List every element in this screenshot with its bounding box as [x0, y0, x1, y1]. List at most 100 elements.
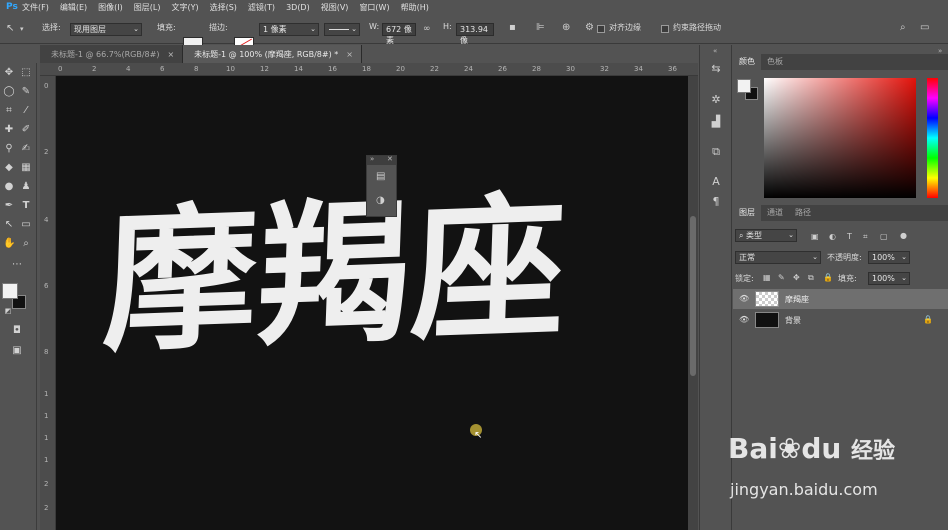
align-edges-checkbox[interactable]: [597, 25, 605, 33]
eyedropper-tool-icon[interactable]: ⁄: [20, 105, 32, 117]
tool-preset-chevron-icon[interactable]: ▾: [20, 24, 24, 34]
filter-shape-icon[interactable]: ⌗: [863, 232, 868, 242]
history-icon[interactable]: ⇆: [709, 62, 723, 76]
menu-select[interactable]: 选择(S): [210, 2, 237, 13]
scroll-thumb[interactable]: [690, 216, 696, 376]
adjustments-icon[interactable]: ◑: [376, 196, 385, 206]
lock-artboard-icon[interactable]: ⧉: [808, 273, 814, 283]
tab-layers[interactable]: 图层: [733, 205, 761, 221]
filter-adjustment-icon[interactable]: ◐: [829, 232, 836, 242]
brush-settings-icon[interactable]: ✲: [709, 93, 723, 107]
more-tools-icon[interactable]: ⋯: [11, 259, 23, 271]
filter-toggle-icon[interactable]: ●: [900, 231, 907, 241]
lock-all-icon[interactable]: 🔒: [823, 273, 833, 283]
tab-paths[interactable]: 路径: [789, 205, 817, 221]
menu-edit[interactable]: 编辑(E): [60, 2, 87, 13]
properties-icon[interactable]: ▤: [376, 172, 385, 182]
lock-position-icon[interactable]: ✥: [793, 273, 800, 283]
color-fg-swatch[interactable]: [737, 79, 751, 93]
screen-mode-icon[interactable]: ▣: [11, 345, 23, 357]
crop-tool-icon[interactable]: ⌗: [3, 105, 15, 117]
zoom-tool-icon[interactable]: ⌕: [20, 238, 32, 250]
menu-view[interactable]: 视图(V): [321, 2, 349, 13]
path-selection-tool-icon[interactable]: ↖: [3, 219, 15, 231]
constrain-path-checkbox[interactable]: [661, 25, 669, 33]
blend-mode-dropdown[interactable]: 正常 ⌄: [735, 251, 821, 264]
move-tool-icon[interactable]: ✥: [3, 67, 15, 79]
collapse-icon[interactable]: «: [713, 47, 717, 55]
default-colors-icon[interactable]: ◩: [2, 305, 14, 317]
stroke-type-dropdown[interactable]: ⌄: [324, 23, 360, 36]
menu-help[interactable]: 帮助(H): [401, 2, 429, 13]
rectangle-tool-icon[interactable]: ▭: [20, 219, 32, 231]
menu-file[interactable]: 文件(F): [22, 2, 49, 13]
menu-window[interactable]: 窗口(W): [359, 2, 389, 13]
clone-stamp-tool-icon[interactable]: ⚲: [3, 143, 15, 155]
path-operations-icon[interactable]: ▪: [509, 23, 516, 33]
menu-type[interactable]: 文字(Y): [171, 2, 198, 13]
layer-row[interactable]: 👁 摩羯座: [733, 289, 948, 309]
stroke-width-dropdown[interactable]: 1 像素 ⌄: [259, 23, 319, 36]
filter-smart-object-icon[interactable]: ▢: [880, 232, 888, 242]
collapse-icon[interactable]: »: [938, 47, 942, 55]
blur-tool-icon[interactable]: ●: [3, 181, 15, 193]
menu-3d[interactable]: 3D(D): [286, 3, 310, 12]
search-icon[interactable]: ⌕: [900, 23, 906, 33]
close-icon[interactable]: ✕: [387, 155, 393, 163]
lock-image-icon[interactable]: ✎: [778, 273, 785, 283]
tab-color[interactable]: 颜色: [733, 54, 761, 70]
tab-channels[interactable]: 通道: [761, 205, 789, 221]
brush-tool-icon[interactable]: ✐: [20, 124, 32, 136]
color-picker-field[interactable]: [764, 78, 916, 198]
foreground-color-swatch[interactable]: [2, 283, 18, 299]
layer-filter-dropdown[interactable]: ⌕ 类型 ⌄: [735, 229, 797, 242]
histogram-icon[interactable]: ▟: [709, 115, 723, 129]
filter-pixel-icon[interactable]: ▣: [811, 232, 819, 242]
path-selection-tool-icon[interactable]: ↖: [6, 24, 14, 34]
dodge-tool-icon[interactable]: ♟: [20, 181, 32, 193]
gear-icon[interactable]: ⚙: [585, 23, 594, 33]
fill-input[interactable]: 100% ⌄: [868, 272, 910, 285]
vertical-scrollbar[interactable]: [688, 76, 698, 530]
close-icon[interactable]: ×: [167, 50, 174, 59]
collapse-icon[interactable]: »: [370, 155, 374, 163]
select-dropdown[interactable]: 现用图层 ⌄: [70, 23, 142, 36]
opacity-input[interactable]: 100% ⌄: [868, 251, 910, 264]
visibility-eye-icon[interactable]: 👁: [739, 315, 749, 324]
close-icon[interactable]: ×: [346, 50, 353, 59]
quick-mask-icon[interactable]: ◘: [11, 325, 23, 337]
menu-layer[interactable]: 图层(L): [134, 2, 161, 13]
link-icon[interactable]: ∞: [423, 24, 431, 34]
marquee-tool-icon[interactable]: ⬚: [20, 67, 32, 79]
menu-filter[interactable]: 滤镜(T): [248, 2, 275, 13]
hand-tool-icon[interactable]: ✋: [3, 238, 15, 250]
healing-brush-tool-icon[interactable]: ✚: [3, 124, 15, 136]
workspace-icon[interactable]: ▭: [920, 23, 929, 33]
layer-name[interactable]: 背景: [785, 315, 801, 326]
lasso-tool-icon[interactable]: ◯: [3, 86, 15, 98]
tab-document-1[interactable]: 未标题-1 @ 66.7%(RGB/8#) ×: [40, 45, 184, 63]
layer-name[interactable]: 摩羯座: [785, 294, 809, 305]
history-brush-tool-icon[interactable]: ✍: [20, 143, 32, 155]
pen-tool-icon[interactable]: ✒: [3, 200, 15, 212]
character-icon[interactable]: A: [709, 175, 723, 189]
eraser-tool-icon[interactable]: ◆: [3, 162, 15, 174]
tab-document-2[interactable]: 未标题-1 @ 100% (摩羯座, RGB/8#) * ×: [183, 45, 362, 63]
path-arrangement-icon[interactable]: ⊕: [562, 23, 570, 33]
tab-swatches[interactable]: 色板: [761, 54, 789, 70]
paragraph-icon[interactable]: ¶: [709, 195, 723, 209]
height-input[interactable]: 313.94 像: [456, 23, 494, 45]
path-alignment-icon[interactable]: ⊫: [536, 23, 545, 33]
visibility-eye-icon[interactable]: 👁: [739, 294, 749, 303]
headline-text[interactable]: 摩羯座: [100, 178, 568, 373]
lock-transparent-icon[interactable]: ▦: [763, 273, 771, 283]
clone-source-icon[interactable]: ⧉: [709, 145, 723, 159]
layer-row[interactable]: 👁 背景 🔒: [733, 310, 948, 330]
gradient-tool-icon[interactable]: ▦: [20, 162, 32, 174]
filter-type-icon[interactable]: T: [847, 232, 852, 242]
document-canvas[interactable]: 摩羯座 ↖: [56, 76, 688, 530]
width-input[interactable]: 672 像素: [382, 23, 416, 45]
quick-select-tool-icon[interactable]: ✎: [20, 86, 32, 98]
menu-image[interactable]: 图像(I): [98, 2, 123, 13]
type-tool-icon[interactable]: T: [20, 200, 32, 212]
